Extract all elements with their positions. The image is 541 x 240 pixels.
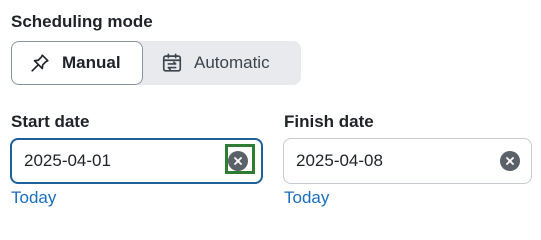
clear-icon xyxy=(234,157,242,165)
automatic-mode-label: Automatic xyxy=(194,53,270,72)
finish-date-clear-button[interactable] xyxy=(500,151,520,171)
calendar-sync-icon xyxy=(161,52,183,74)
start-date-label: Start date xyxy=(11,112,90,131)
pin-icon xyxy=(29,52,51,74)
start-date-input[interactable] xyxy=(24,151,204,171)
scheduling-panel: Scheduling mode Manual Automatic Start d… xyxy=(0,0,541,217)
scheduling-mode-toggle: Manual Automatic xyxy=(11,41,301,85)
finish-date-label: Finish date xyxy=(284,112,374,131)
automatic-mode-button[interactable]: Automatic xyxy=(143,41,301,85)
finish-date-input[interactable] xyxy=(296,151,476,171)
start-date-field xyxy=(10,138,263,184)
clear-icon xyxy=(506,157,514,165)
finish-date-today-link[interactable]: Today xyxy=(284,188,329,208)
manual-mode-button[interactable]: Manual xyxy=(11,41,143,85)
start-date-clear-button[interactable] xyxy=(228,151,248,171)
finish-date-field xyxy=(283,138,532,184)
start-date-today-link[interactable]: Today xyxy=(11,188,56,208)
scheduling-mode-label: Scheduling mode xyxy=(11,12,153,31)
manual-mode-label: Manual xyxy=(62,53,121,72)
